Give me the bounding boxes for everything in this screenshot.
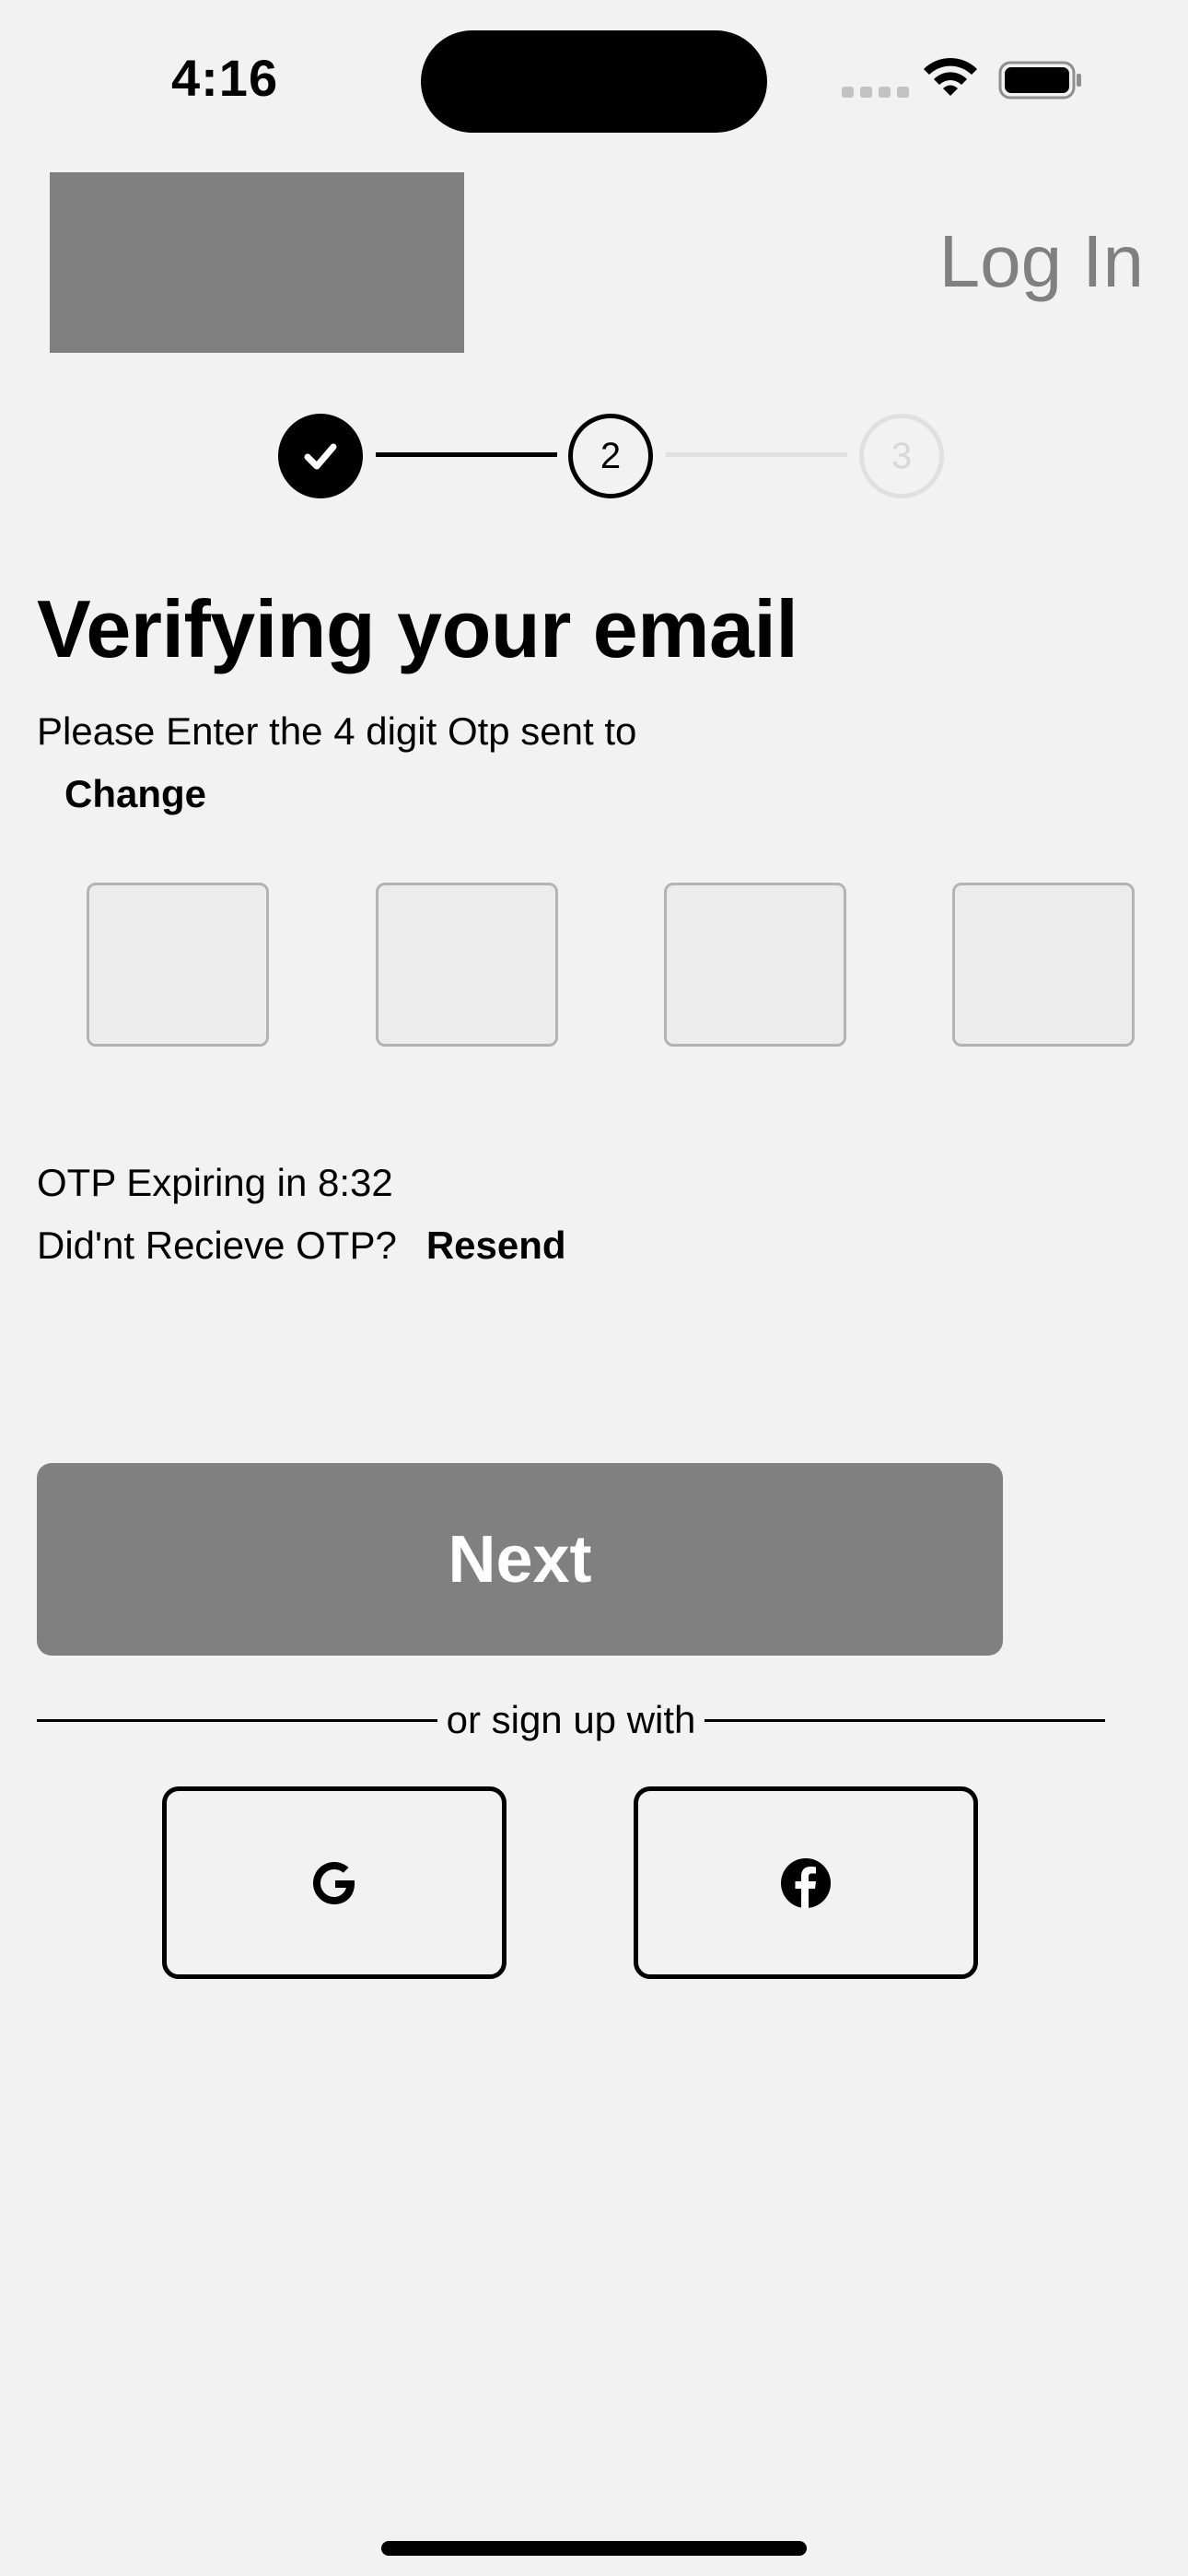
battery-icon xyxy=(998,61,1081,100)
next-button[interactable]: Next xyxy=(37,1463,1003,1656)
checkmark-icon xyxy=(304,443,337,470)
step-3-upcoming: 3 xyxy=(859,414,944,498)
wifi-icon xyxy=(924,57,977,96)
otp-instruction: Please Enter the 4 digit Otp sent to xyxy=(37,709,637,753)
divider-line-left xyxy=(37,1718,437,1722)
change-email-link[interactable]: Change xyxy=(64,772,206,816)
login-link[interactable]: Log In xyxy=(939,219,1144,304)
otp-digit-2[interactable] xyxy=(376,883,558,1047)
step-connector-1 xyxy=(376,452,557,457)
otp-expiry-timer: OTP Expiring in 8:32 xyxy=(37,1161,393,1204)
signup-divider: or sign up with xyxy=(37,1698,1105,1742)
step-2-current: 2 xyxy=(568,414,653,498)
otp-digit-1[interactable] xyxy=(87,883,269,1047)
page-title: Verifying your email xyxy=(37,583,798,674)
resend-link[interactable]: Resend xyxy=(426,1224,566,1268)
otp-verification-screen: 4:16 Log In 2 3 Verifying your email Ple… xyxy=(0,0,1188,2576)
otp-digit-4[interactable] xyxy=(952,883,1135,1047)
google-signup-button[interactable] xyxy=(162,1786,507,1979)
step-1-completed xyxy=(278,414,363,498)
google-icon xyxy=(313,1861,355,1904)
divider-text: or sign up with xyxy=(446,1698,696,1741)
logo-placeholder xyxy=(50,172,464,353)
divider-line-right xyxy=(705,1718,1105,1722)
dynamic-island xyxy=(421,30,767,133)
resend-row: Did'nt Recieve OTP? Resend xyxy=(37,1224,566,1268)
otp-not-received-text: Did'nt Recieve OTP? xyxy=(37,1224,397,1267)
home-indicator xyxy=(381,2541,807,2556)
otp-digit-3[interactable] xyxy=(664,883,846,1047)
cellular-signal-icon xyxy=(842,87,909,98)
step-connector-2 xyxy=(666,452,847,457)
facebook-signup-button[interactable] xyxy=(634,1786,978,1979)
status-time: 4:16 xyxy=(171,49,279,107)
facebook-icon xyxy=(781,1857,831,1908)
